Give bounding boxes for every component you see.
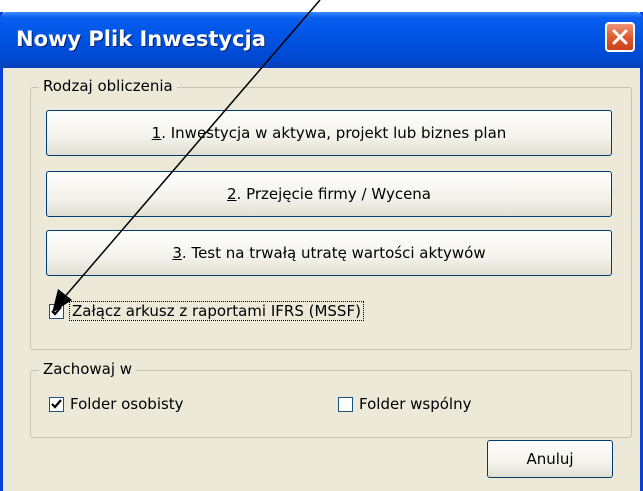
annotation-arrow: [52, 0, 321, 313]
